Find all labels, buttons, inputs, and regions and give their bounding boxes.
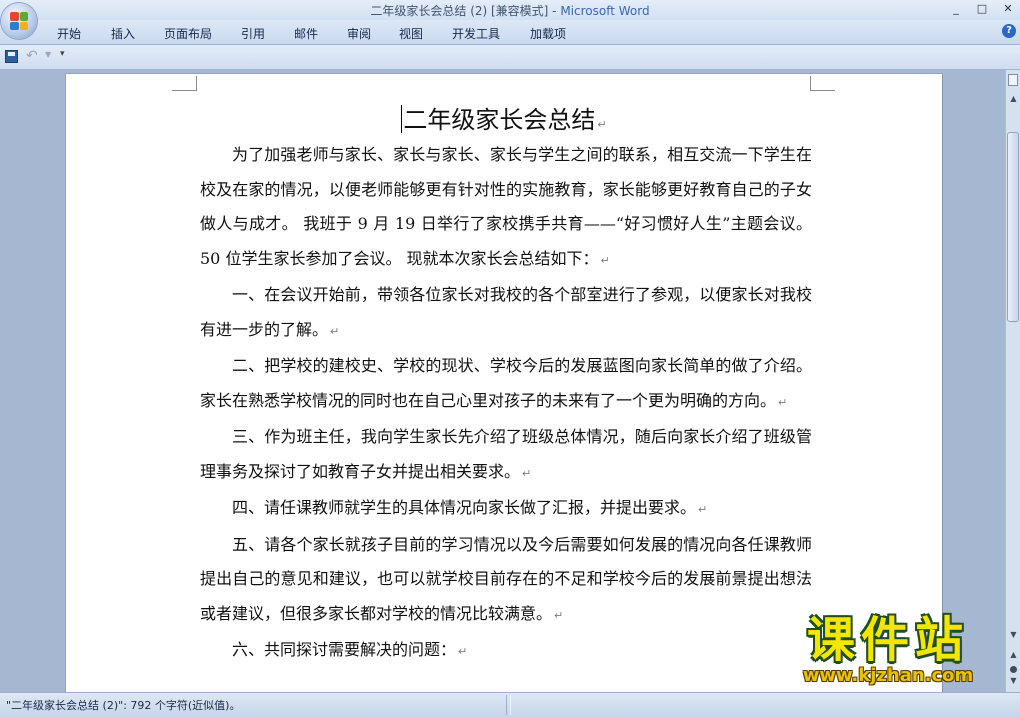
tab-references[interactable]: 引用	[241, 25, 265, 42]
document-page[interactable]: 二年级家长会总结 ↵ 为了加强老师与家长、家长与家长、家长与学生之间的联系，相互交…	[66, 74, 942, 692]
paragraph-mark-icon: ↵	[458, 645, 468, 658]
document-title[interactable]: 二年级家长会总结 ↵	[66, 100, 942, 135]
window-controls: _ □ ✕	[950, 2, 1014, 15]
watermark: 课件站 www.kjzhan.com	[768, 614, 1008, 688]
watermark-url: www.kjzhan.com	[802, 665, 974, 686]
view-ruler-icon[interactable]	[1008, 74, 1018, 86]
scroll-down-icon[interactable]: ▼	[1006, 630, 1020, 644]
quick-access-toolbar: ↶ ▼ ▾	[0, 45, 1020, 70]
watermark-logo: 课件站	[806, 612, 969, 668]
paragraph-mark-icon: ↵	[330, 324, 340, 338]
paragraph-mark-icon: ↵	[522, 466, 532, 480]
office-button[interactable]	[1, 3, 37, 39]
paragraph-text: 六、共同探讨需要解决的问题：	[232, 640, 457, 659]
paragraph-mark-icon: ↵	[554, 608, 564, 622]
scroll-up-icon[interactable]: ▲	[1006, 92, 1020, 106]
tab-home[interactable]: 开始	[57, 25, 81, 42]
window-title-document: 二年级家长会总结 (2) [兼容模式] -	[370, 4, 561, 18]
title-bar: 二年级家长会总结 (2) [兼容模式] - Microsoft Word _ □…	[0, 0, 1020, 20]
crop-mark-top-right	[810, 76, 835, 91]
document-area: 二年级家长会总结 ↵ 为了加强老师与家长、家长与家长、家长与学生之间的联系，相互交…	[0, 70, 1005, 692]
paragraph-text: 五、请各个家长就孩子目前的学习情况以及今后需要如何发展的情况向各任课教师提出自己…	[200, 534, 812, 623]
document-title-text: 二年级家长会总结	[403, 106, 596, 134]
minimize-button[interactable]: _	[950, 2, 962, 15]
paragraph-text: 一、在会议开始前，带领各位家长对我校的各个部室进行了参观，以便家长对我校有进一步…	[200, 285, 812, 339]
tab-developer[interactable]: 开发工具	[452, 25, 500, 42]
status-divider	[506, 695, 507, 715]
status-bar: "二年级家长会总结 (2)": 792 个字符(近似值)。	[0, 692, 1020, 717]
window-title-app: Microsoft Word	[560, 4, 650, 18]
paragraph-text: 为了加强老师与家长、家长与家长、家长与学生之间的联系，相互交流一下学生在校及在家…	[200, 145, 812, 268]
save-icon[interactable]	[5, 50, 18, 63]
vertical-scrollbar[interactable]: ▲ ▼ ▲ ▼	[1005, 70, 1020, 692]
browse-object-icon[interactable]	[1010, 666, 1017, 673]
paragraph-item-5: 五、请各个家长就孩子目前的学习情况以及今后需要如何发展的情况向各任课教师提出自己…	[200, 528, 812, 634]
tab-add-ins[interactable]: 加载项	[530, 25, 566, 42]
undo-dropdown-icon[interactable]: ▼	[45, 50, 51, 59]
scrollbar-thumb[interactable]	[1007, 132, 1019, 322]
customize-toolbar-icon[interactable]: ▾	[60, 49, 65, 59]
ribbon-tabs: 开始 插入 页面布局 引用 邮件 审阅 视图 开发工具 加载项	[0, 20, 1020, 45]
paragraph-mark-icon: ↵	[597, 118, 607, 131]
window-title: 二年级家长会总结 (2) [兼容模式] - Microsoft Word	[0, 2, 1020, 19]
paragraph-text: 三、作为班主任，我向学生家长先介绍了班级总体情况，随后向家长介绍了班级管理事务及…	[200, 427, 812, 481]
document-body[interactable]: 为了加强老师与家长、家长与家长、家长与学生之间的联系，相互交流一下学生在校及在家…	[200, 138, 812, 670]
office-logo-icon	[10, 12, 28, 30]
undo-icon[interactable]: ↶	[26, 48, 38, 64]
paragraph-mark-icon: ↵	[778, 395, 788, 409]
next-page-icon[interactable]: ▼	[1006, 676, 1020, 685]
status-text: "二年级家长会总结 (2)": 792 个字符(近似值)。	[6, 699, 241, 712]
crop-mark-top-left	[172, 76, 197, 91]
paragraph-item-1: 一、在会议开始前，带领各位家长对我校的各个部室进行了参观，以便家长对我校有进一步…	[200, 278, 812, 349]
paragraph-item-2: 二、把学校的建校史、学校的现状、学校今后的发展蓝图向家长简单的做了介绍。家长在熟…	[200, 349, 812, 420]
tab-insert[interactable]: 插入	[111, 25, 135, 42]
paragraph-item-6: 六、共同探讨需要解决的问题： ↵	[200, 633, 812, 670]
tab-mailings[interactable]: 邮件	[294, 25, 318, 42]
paragraph-intro: 为了加强老师与家长、家长与家长、家长与学生之间的联系，相互交流一下学生在校及在家…	[200, 138, 812, 278]
paragraph-item-3: 三、作为班主任，我向学生家长先介绍了班级总体情况，随后向家长介绍了班级管理事务及…	[200, 420, 812, 491]
status-divider	[510, 695, 511, 715]
paragraph-item-4: 四、请任课教师就学生的具体情况向家长做了汇报，并提出要求。 ↵	[200, 491, 812, 528]
paragraph-text: 二、把学校的建校史、学校的现状、学校今后的发展蓝图向家长简单的做了介绍。家长在熟…	[200, 356, 812, 410]
close-button[interactable]: ✕	[1002, 2, 1014, 15]
help-icon[interactable]: ?	[1002, 24, 1016, 38]
paragraph-mark-icon: ↵	[698, 503, 708, 516]
paragraph-mark-icon: ↵	[600, 253, 610, 267]
previous-page-icon[interactable]: ▲	[1006, 650, 1020, 659]
tab-page-layout[interactable]: 页面布局	[164, 25, 212, 42]
paragraph-text: 四、请任课教师就学生的具体情况向家长做了汇报，并提出要求。	[232, 498, 697, 517]
tab-view[interactable]: 视图	[399, 25, 423, 42]
tab-review[interactable]: 审阅	[347, 25, 371, 42]
maximize-button[interactable]: □	[976, 2, 988, 15]
